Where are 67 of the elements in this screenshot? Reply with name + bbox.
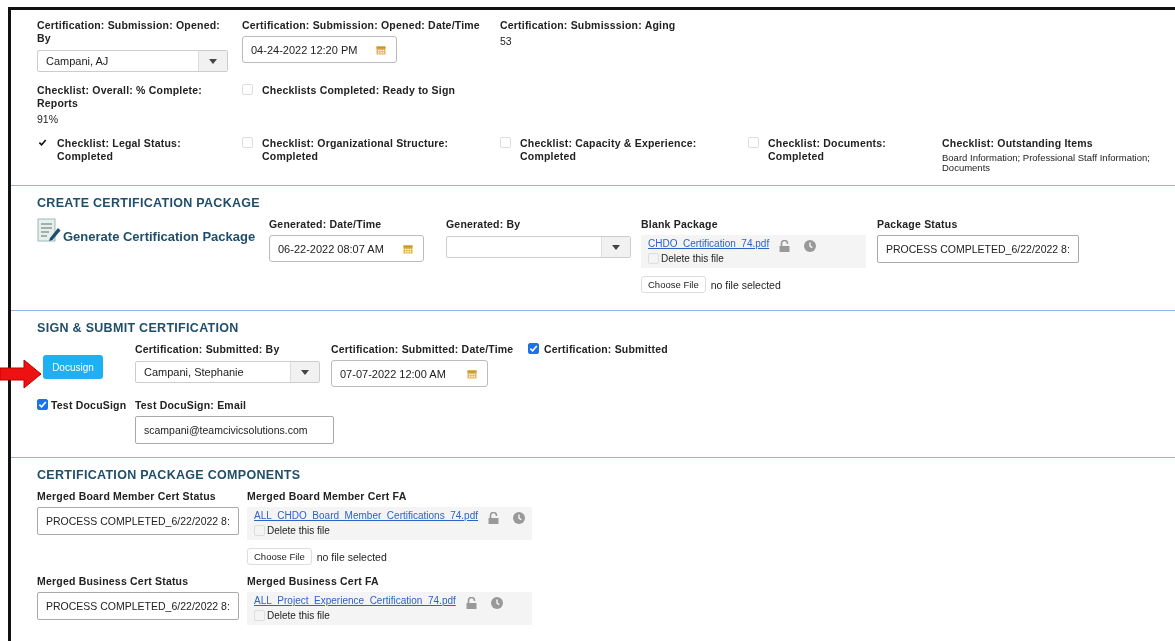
clock-icon	[513, 512, 525, 524]
lock-icon	[779, 240, 791, 252]
delete-label: Delete this file	[267, 525, 330, 536]
checkbox-label: Checklist: Organizational Structure: Completed	[262, 137, 450, 163]
checkbox-label: Certification: Submitted	[544, 343, 668, 356]
date-field[interactable]: 06-22-2022 08:07 AM	[269, 235, 424, 262]
field-label: Test DocuSign: Email	[135, 399, 248, 412]
field-label: Generated: Date/Time	[269, 218, 383, 231]
document-pen-icon	[37, 218, 61, 244]
checkbox-label: Test DocuSign	[51, 399, 127, 412]
checkbox-label: Checklist: Capacity & Experience: Completed	[520, 137, 698, 163]
choose-file-button[interactable]: Choose File	[641, 276, 706, 293]
field-label: Certification: Submitted: Date/Time	[331, 343, 515, 356]
email-field[interactable]: scampani@teamcivicsolutions.com	[135, 416, 334, 444]
dropdown[interactable]: Campani, Stephanie	[135, 361, 320, 383]
lock-icon	[488, 512, 499, 524]
delete-label: Delete this file	[267, 610, 330, 621]
section-title: CERTIFICATION PACKAGE COMPONENTS	[37, 468, 302, 482]
text-field[interactable]: PROCESS COMPLETED_6/22/2022 8:	[37, 507, 239, 535]
date-field[interactable]: 04-24-2022 12:20 PM	[242, 36, 397, 63]
field-label: Merged Board Member Cert Status	[37, 490, 217, 503]
calendar-icon	[403, 243, 413, 254]
field-label: Merged Business Cert FA	[247, 575, 380, 588]
caret-icon	[612, 244, 620, 250]
dropdown[interactable]: Campani, AJ	[37, 50, 228, 72]
file-link[interactable]: CHDO_Certification_74.pdf	[648, 238, 770, 249]
lock-icon	[465, 597, 477, 609]
calendar-icon	[467, 368, 477, 379]
generate-link[interactable]: Generate Certification Package	[63, 229, 256, 244]
field-label: Package Status	[877, 218, 959, 231]
field-label: Certification: Submission: Opened: Date/Time	[242, 19, 481, 32]
field-label: Merged Board Member Cert FA	[247, 490, 408, 503]
field-value: Board Information; Professional Staff Information; Documents	[942, 153, 1151, 173]
checkbox-label: Checklist: Legal Status: Completed	[57, 137, 182, 163]
file-status: no file selected	[316, 550, 387, 563]
checkbox[interactable]	[37, 399, 48, 410]
caret-icon	[301, 369, 309, 375]
text-field[interactable]: PROCESS COMPLETED_6/22/2022 8:	[877, 235, 1079, 263]
checkbox[interactable]	[528, 343, 539, 354]
caret-icon	[209, 58, 217, 64]
field-label: Checklist: Outstanding Items	[942, 137, 1094, 150]
field-label: Merged Business Cert Status	[37, 575, 190, 588]
file-status: no file selected	[710, 278, 781, 291]
delete-label: Delete this file	[661, 253, 724, 264]
choose-file-button[interactable]: Choose File	[247, 548, 312, 565]
date-field[interactable]: 07-07-2022 12:00 AM	[331, 360, 488, 387]
field-value: 91%	[37, 113, 59, 125]
clock-icon	[490, 597, 503, 609]
clock-icon	[804, 240, 817, 252]
checkbox-label: Checklists Completed: Ready to Sign	[262, 84, 456, 97]
checkbox-label: Checklist: Documents: Completed	[768, 137, 887, 163]
section-title: CREATE CERTIFICATION PACKAGE	[37, 196, 261, 210]
pointer-arrow	[0, 359, 42, 389]
checkbox[interactable]	[37, 137, 48, 148]
section-title: SIGN & SUBMIT CERTIFICATION	[37, 321, 240, 335]
field-label: Certification: Submisssion: Aging	[500, 19, 677, 32]
file-link[interactable]: ALL_Project_Experience_Certification_74.pdf	[254, 595, 456, 606]
field-label: Certification: Submitted: By	[135, 343, 281, 356]
dropdown[interactable]	[446, 236, 631, 258]
field-label: Blank Package	[641, 218, 719, 231]
field-label: Checklist: Overall: % Complete: Reports	[37, 84, 203, 110]
calendar-icon	[376, 44, 386, 55]
file-link[interactable]: ALL_CHDO_Board_Member_Certifications_74.pdf	[254, 510, 478, 521]
field-value: 53	[500, 35, 513, 47]
text-field[interactable]: PROCESS COMPLETED_6/22/2022 8:	[37, 592, 239, 620]
field-label: Generated: By	[446, 218, 522, 231]
field-label: Certification: Submission: Opened: By	[37, 19, 221, 45]
